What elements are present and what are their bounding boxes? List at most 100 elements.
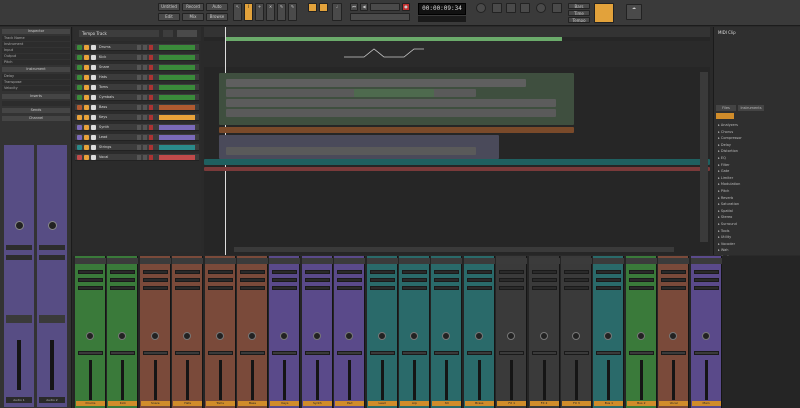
mute-solo-row[interactable] xyxy=(596,351,622,355)
browser-filter[interactable] xyxy=(716,113,734,119)
strip-name[interactable]: FX 1 xyxy=(497,401,527,406)
browser-folder-item[interactable]: ▸ Filter xyxy=(718,163,730,167)
record-arm-icon[interactable] xyxy=(84,85,89,90)
insert-slot[interactable] xyxy=(110,286,136,290)
mute-button[interactable] xyxy=(137,55,141,60)
paint-tool-icon[interactable]: ✎ xyxy=(277,3,286,21)
strip-slot[interactable] xyxy=(6,255,32,260)
pan-knob-icon[interactable] xyxy=(345,332,354,340)
insert-slot[interactable] xyxy=(240,270,265,274)
audio-clip[interactable] xyxy=(226,79,526,87)
browser-folder-item[interactable]: ▸ Pitch xyxy=(718,189,729,193)
record-arm-icon[interactable] xyxy=(84,135,89,140)
pan-knob-icon[interactable] xyxy=(150,332,159,340)
track-row[interactable]: Kick xyxy=(75,54,199,61)
insert-slot[interactable] xyxy=(175,286,201,290)
record-button[interactable] xyxy=(149,115,153,120)
monitor-icon[interactable] xyxy=(91,45,96,50)
track-tools-icon[interactable] xyxy=(163,30,173,37)
insert-slot[interactable] xyxy=(661,278,687,282)
volume-fader[interactable] xyxy=(477,360,481,400)
horizontal-scrollbar[interactable] xyxy=(234,247,674,252)
track-name[interactable]: Strings xyxy=(99,144,133,150)
toolbar-button[interactable]: Browse xyxy=(206,13,228,21)
monitor-icon[interactable] xyxy=(91,75,96,80)
pan-knob-icon[interactable] xyxy=(183,332,192,340)
mute-tool-icon[interactable]: ✎ xyxy=(288,3,297,21)
volume-fader[interactable] xyxy=(413,360,416,400)
mute-solo-row[interactable] xyxy=(628,351,654,355)
pan-knob-icon[interactable] xyxy=(215,332,224,340)
track-row[interactable]: Snare xyxy=(75,64,199,71)
track-row[interactable]: Strings xyxy=(75,144,199,151)
pan-knob-icon[interactable] xyxy=(410,332,418,340)
insert-slot[interactable] xyxy=(434,278,460,282)
track-name[interactable]: Cymbals xyxy=(99,94,133,100)
insert-slot[interactable] xyxy=(434,270,460,274)
browser-folder-item[interactable]: ▸ Gate xyxy=(718,169,729,173)
insert-slot[interactable] xyxy=(272,270,298,274)
monitor-icon[interactable] xyxy=(91,85,96,90)
inspector-row[interactable]: Transpose xyxy=(2,80,70,85)
browser-folder-item[interactable]: ▸ EQ xyxy=(718,156,726,160)
pan-knob-icon[interactable] xyxy=(248,332,256,340)
record-arm-icon[interactable] xyxy=(84,95,89,100)
pan-knob-icon[interactable] xyxy=(118,332,127,340)
insert-slot[interactable] xyxy=(628,270,654,274)
track-name[interactable]: Lead xyxy=(99,134,133,140)
pan-knob-icon[interactable] xyxy=(701,332,710,340)
skip-back-icon[interactable]: ⏮ xyxy=(350,3,358,11)
solo-button[interactable] xyxy=(143,65,147,70)
track-row[interactable]: Lead xyxy=(75,134,199,141)
volume-fader[interactable] xyxy=(89,360,92,400)
solo-button[interactable] xyxy=(143,105,147,110)
strip-name[interactable]: Snare xyxy=(140,401,170,406)
volume-fader[interactable] xyxy=(607,360,611,400)
strip-name[interactable]: FX 3 xyxy=(562,401,591,406)
insert-slot[interactable] xyxy=(304,286,330,290)
inspector-row[interactable]: Instrument xyxy=(2,42,70,47)
strip-slot[interactable] xyxy=(6,245,32,250)
insert-slot[interactable] xyxy=(466,286,492,290)
pan-knob-icon[interactable] xyxy=(312,332,321,340)
mute-button[interactable] xyxy=(137,95,141,100)
track-name[interactable]: Hats xyxy=(99,74,133,80)
volume-fader[interactable] xyxy=(121,360,125,400)
solo-button[interactable] xyxy=(143,145,147,150)
loop-range-display[interactable] xyxy=(370,3,400,11)
pan-knob-icon[interactable] xyxy=(604,332,613,340)
vertical-scrollbar[interactable] xyxy=(700,72,708,242)
marker-icon[interactable] xyxy=(552,3,562,13)
cpu-meter-icon[interactable] xyxy=(536,3,546,13)
volume-fader[interactable] xyxy=(639,360,643,400)
pan-knob-icon[interactable] xyxy=(15,221,24,230)
insert-slot[interactable] xyxy=(531,286,557,290)
track-row[interactable]: Bass xyxy=(75,104,199,111)
toolbar-button[interactable]: Auto xyxy=(206,3,228,11)
browser-folder-item[interactable]: ▸ Stereo xyxy=(718,215,732,219)
mute-solo-row[interactable] xyxy=(240,351,265,355)
mute-solo-row[interactable] xyxy=(693,351,719,355)
strings-lane[interactable] xyxy=(204,159,710,165)
mute-button[interactable] xyxy=(137,105,141,110)
mute-button[interactable] xyxy=(137,85,141,90)
insert-slot[interactable] xyxy=(661,286,687,290)
inspector-row[interactable]: Velocity xyxy=(2,86,70,91)
solo-button[interactable] xyxy=(143,125,147,130)
split-tool-icon[interactable]: + xyxy=(255,3,264,21)
track-name[interactable]: Snare xyxy=(99,64,133,70)
insert-slot[interactable] xyxy=(337,270,363,274)
insert-slot[interactable] xyxy=(434,286,460,290)
strip-header[interactable] xyxy=(593,258,625,264)
solo-button[interactable] xyxy=(143,75,147,80)
browser-folder-item[interactable]: ▸ Wah xyxy=(718,248,728,252)
solo-button[interactable] xyxy=(143,85,147,90)
bass-clip[interactable] xyxy=(219,127,574,133)
insert-slot[interactable] xyxy=(402,278,427,282)
mute-solo-row[interactable] xyxy=(499,351,525,355)
strip-name[interactable]: Bass xyxy=(238,401,267,406)
strip-name[interactable]: Keys xyxy=(270,401,300,406)
record-button[interactable] xyxy=(149,65,153,70)
strip-name[interactable]: Main xyxy=(691,401,721,406)
mute-solo-row[interactable] xyxy=(272,351,298,355)
